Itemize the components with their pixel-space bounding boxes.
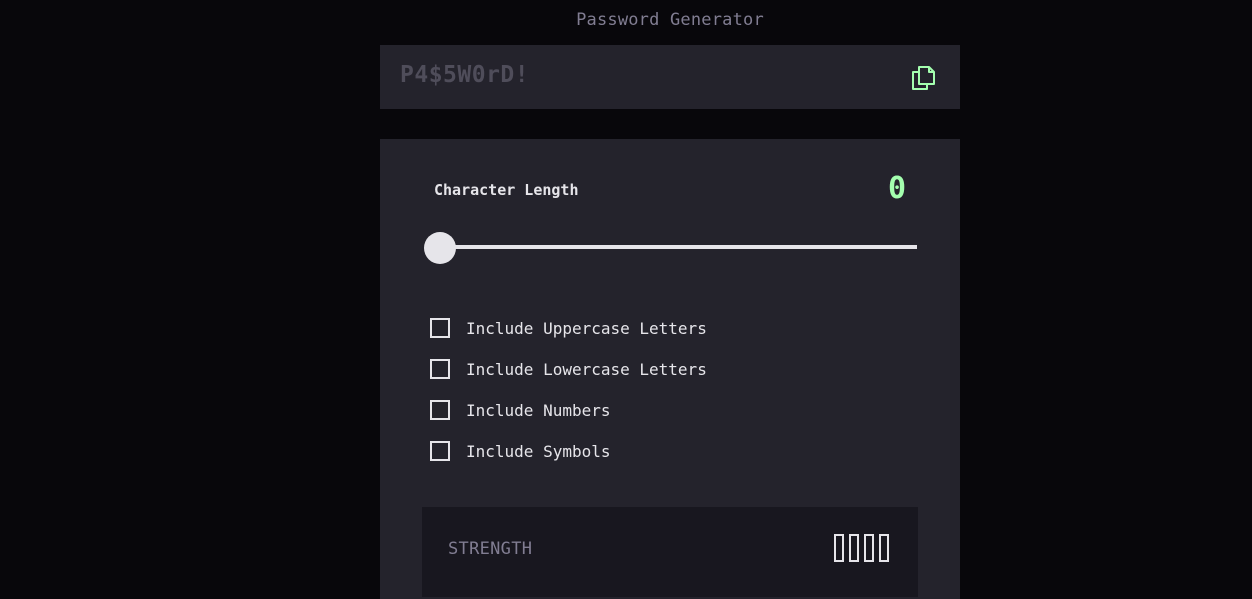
numbers-checkbox[interactable]: [430, 400, 450, 420]
password-display: P4$5W0rD!: [380, 45, 960, 109]
strength-meter: STRENGTH: [422, 507, 918, 597]
strength-bar: [849, 534, 859, 562]
lowercase-label: Include Lowercase Letters: [466, 359, 707, 379]
lowercase-checkbox[interactable]: [430, 359, 450, 379]
uppercase-label: Include Uppercase Letters: [466, 318, 707, 338]
uppercase-checkbox[interactable]: [430, 318, 450, 338]
symbols-checkbox[interactable]: [430, 441, 450, 461]
character-length-label: Character Length: [434, 181, 579, 199]
option-symbols[interactable]: Include Symbols: [430, 439, 611, 463]
strength-bar: [879, 534, 889, 562]
strength-label: STRENGTH: [448, 539, 533, 559]
strength-bar: [864, 534, 874, 562]
password-text: P4$5W0rD!: [400, 62, 530, 88]
copy-button[interactable]: [910, 65, 936, 91]
character-length-value: 0: [887, 171, 906, 206]
length-slider-thumb[interactable]: [424, 232, 456, 264]
symbols-label: Include Symbols: [466, 441, 611, 461]
option-numbers[interactable]: Include Numbers: [430, 398, 611, 422]
numbers-label: Include Numbers: [466, 400, 611, 420]
option-uppercase[interactable]: Include Uppercase Letters: [430, 316, 707, 340]
app-title: Password Generator: [576, 10, 764, 30]
option-lowercase[interactable]: Include Lowercase Letters: [430, 357, 707, 381]
length-slider[interactable]: [440, 245, 917, 249]
strength-bar: [834, 534, 844, 562]
copy-icon: [912, 66, 935, 90]
settings-panel: Character Length 0 Include Uppercase Let…: [380, 139, 960, 599]
strength-bars: [834, 534, 889, 562]
